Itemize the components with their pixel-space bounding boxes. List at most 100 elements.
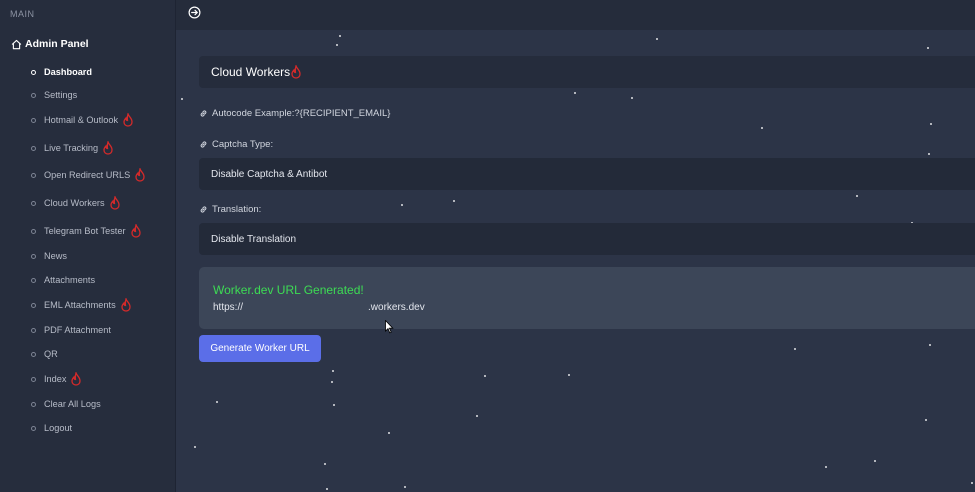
star-dot xyxy=(856,195,858,197)
star-dot xyxy=(324,463,326,465)
star-dot xyxy=(925,419,927,421)
bullet-icon xyxy=(31,69,36,75)
translation-label: Translation: xyxy=(199,202,261,216)
star-dot xyxy=(484,375,486,377)
fire-icon xyxy=(123,113,133,127)
sidebar-item-label: QR xyxy=(44,349,58,359)
main-content: Cloud Workers Autocode Example:?{RECIPIE… xyxy=(176,30,975,492)
star-dot xyxy=(929,344,931,346)
url-suffix: .workers.dev xyxy=(368,302,425,313)
translation-label-text: Translation: xyxy=(212,203,262,215)
star-dot xyxy=(333,404,335,406)
star-dot xyxy=(339,35,341,37)
sidebar-item-index[interactable]: Index xyxy=(31,369,82,389)
star-dot xyxy=(326,488,328,490)
sidebar-item-logout[interactable]: Logout xyxy=(31,418,72,438)
sidebar-item-hotmail-outlook[interactable]: Hotmail & Outlook xyxy=(31,110,134,130)
sidebar-section-label: MAIN xyxy=(10,9,35,19)
sidebar-item-label: Live Tracking xyxy=(44,143,99,153)
sidebar-item-live-tracking[interactable]: Live Tracking xyxy=(31,138,114,158)
autocode-example: Autocode Example:?{RECIPIENT_EMAIL} xyxy=(199,106,390,120)
page-title: Cloud Workers xyxy=(211,65,291,79)
sidebar-item-label: Open Redirect URLS xyxy=(44,170,131,180)
star-dot xyxy=(794,348,796,350)
star-dot xyxy=(476,415,478,417)
star-dot xyxy=(453,200,455,202)
link-icon xyxy=(200,205,207,213)
star-dot xyxy=(401,204,403,206)
bullet-icon xyxy=(31,228,36,234)
fire-icon xyxy=(121,298,131,312)
result-box: Worker.dev URL Generated! https:// .worke… xyxy=(199,267,975,329)
bullet-icon xyxy=(31,376,36,382)
star-dot xyxy=(194,446,196,448)
bullet-icon xyxy=(31,302,36,308)
sidebar-item-label: Logout xyxy=(44,423,73,433)
star-dot xyxy=(332,370,334,372)
fire-icon xyxy=(291,65,301,79)
generate-worker-url-button[interactable]: Generate Worker URL xyxy=(199,335,321,362)
sidebar-item-qr[interactable]: QR xyxy=(31,344,58,364)
admin-panel-title[interactable]: Admin Panel xyxy=(11,38,89,50)
bullet-icon xyxy=(31,172,36,178)
star-dot xyxy=(574,92,576,94)
captcha-selected-value: Disable Captcha & Antibot xyxy=(211,168,328,180)
star-dot xyxy=(568,374,570,376)
sidebar-item-label: Index xyxy=(44,374,67,384)
sidebar-item-dashboard[interactable]: Dashboard xyxy=(31,62,92,82)
sidebar-item-eml-attachments[interactable]: EML Attachments xyxy=(31,295,132,315)
star-dot xyxy=(216,401,218,403)
autocode-label: Autocode Example:?{RECIPIENT_EMAIL} xyxy=(212,107,391,119)
bullet-icon xyxy=(31,327,36,333)
top-bar xyxy=(176,0,975,30)
sidebar-item-label: Settings xyxy=(44,90,78,100)
star-dot xyxy=(930,123,932,125)
sidebar-item-label: PDF Attachment xyxy=(44,325,111,335)
star-dot xyxy=(825,466,827,468)
bullet-icon xyxy=(31,145,36,151)
sidebar-item-label: Clear All Logs xyxy=(44,399,101,409)
star-dot xyxy=(971,482,973,484)
circle-arrow-right-icon[interactable] xyxy=(188,6,201,19)
captcha-type-select[interactable]: Disable Captcha & Antibot xyxy=(199,158,975,190)
page-header: Cloud Workers xyxy=(199,56,975,88)
star-dot xyxy=(761,127,763,129)
generated-url[interactable]: https:// .workers.dev xyxy=(213,302,425,313)
fire-icon xyxy=(135,168,145,182)
bullet-icon xyxy=(31,401,36,407)
link-icon xyxy=(200,109,207,117)
sidebar-item-telegram-bot-tester[interactable]: Telegram Bot Tester xyxy=(31,221,142,241)
star-dot xyxy=(927,47,929,49)
star-dot xyxy=(181,98,183,100)
fire-icon xyxy=(130,224,141,238)
translation-select[interactable]: Disable Translation xyxy=(199,223,975,255)
fire-icon xyxy=(71,372,82,386)
sidebar-item-label: Telegram Bot Tester xyxy=(44,226,126,236)
star-dot xyxy=(336,44,338,46)
bullet-icon xyxy=(31,277,36,283)
fire-icon xyxy=(103,141,113,155)
mouse-cursor-icon xyxy=(385,320,394,334)
url-prefix: https:// xyxy=(213,302,244,313)
admin-panel-label: Admin Panel xyxy=(25,38,89,50)
bullet-icon xyxy=(31,253,36,259)
sidebar: MAIN Admin Panel Dashboard Settings Hotmai… xyxy=(0,0,176,492)
home-icon xyxy=(11,39,22,49)
sidebar-item-open-redirect-urls[interactable]: Open Redirect URLS xyxy=(31,165,146,185)
sidebar-item-attachments[interactable]: Attachments xyxy=(31,270,95,290)
sidebar-item-label: News xyxy=(44,251,67,261)
sidebar-item-pdf-attachment[interactable]: PDF Attachment xyxy=(31,320,111,340)
bullet-icon xyxy=(31,92,36,98)
star-dot xyxy=(928,153,930,155)
link-icon xyxy=(200,140,207,148)
star-dot xyxy=(656,38,658,40)
sidebar-item-clear-all-logs[interactable]: Clear All Logs xyxy=(31,394,101,414)
sidebar-item-cloud-workers[interactable]: Cloud Workers xyxy=(31,193,121,213)
sidebar-item-settings[interactable]: Settings xyxy=(31,85,77,105)
bullet-icon xyxy=(31,351,36,357)
sidebar-item-news[interactable]: News xyxy=(31,246,67,266)
captcha-label-text: Captcha Type: xyxy=(212,138,274,150)
bullet-icon xyxy=(31,200,36,206)
sidebar-item-label: Dashboard xyxy=(44,67,92,77)
sidebar-item-label: EML Attachments xyxy=(44,300,116,310)
